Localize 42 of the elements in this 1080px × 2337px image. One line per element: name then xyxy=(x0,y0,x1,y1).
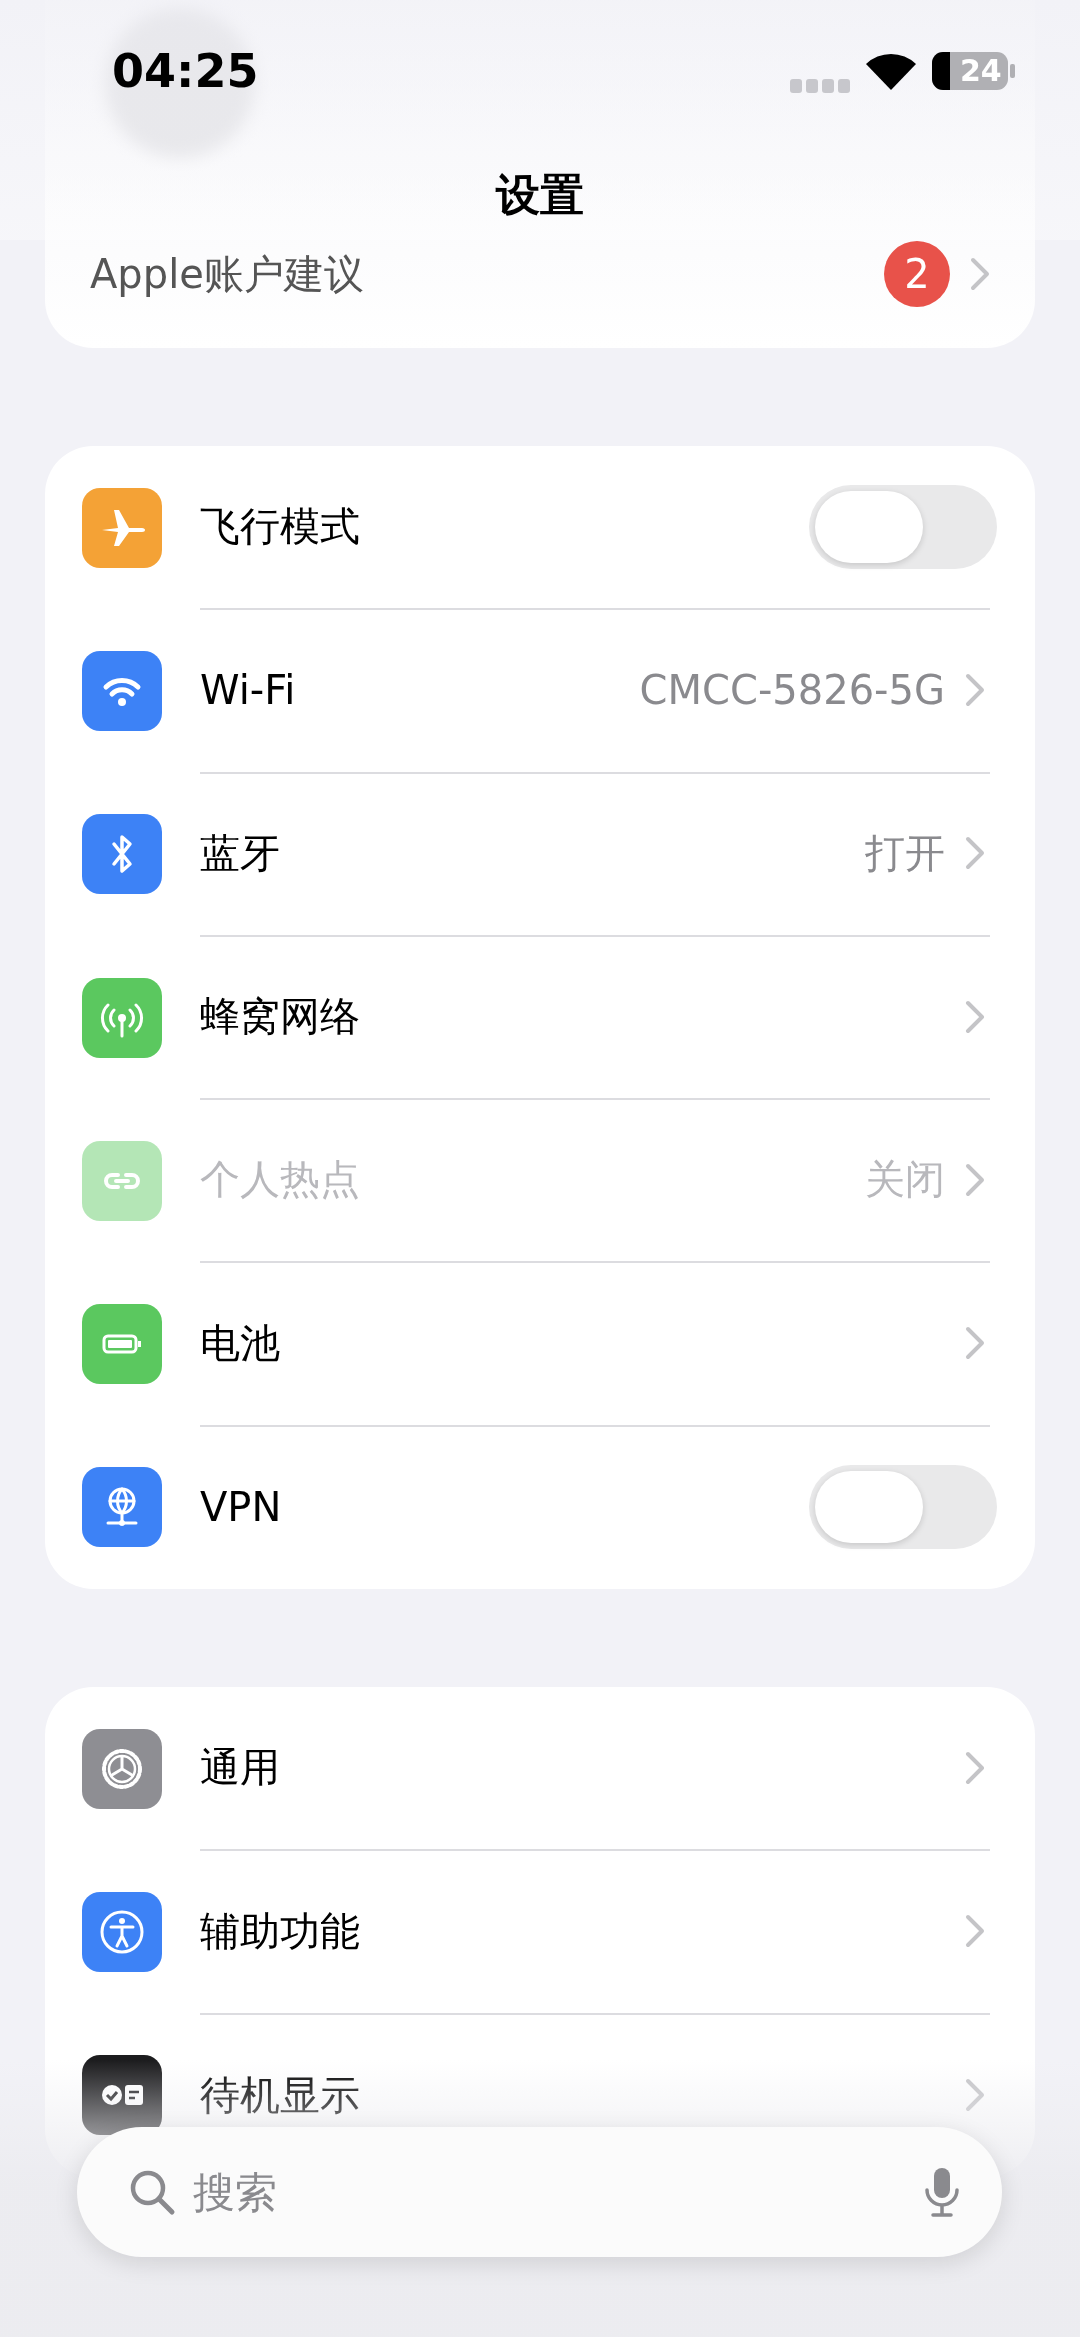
row-label[interactable]: 飞行模式 xyxy=(200,499,789,555)
row-label[interactable]: VPN xyxy=(200,1484,789,1531)
chevron-icon xyxy=(965,999,985,1034)
antenna-icon xyxy=(82,977,162,1058)
chevron-icon xyxy=(965,1162,985,1197)
wifi-icon xyxy=(82,650,162,731)
row-label[interactable]: 电池 xyxy=(200,1315,945,1371)
bluetooth-icon xyxy=(82,814,162,895)
chevron-icon xyxy=(970,257,990,291)
search-field[interactable]: 搜索 xyxy=(191,2166,908,2218)
row-value: 关闭 xyxy=(865,1155,945,1205)
signal-icon xyxy=(790,79,850,93)
row-value: CMCC-5826-5G xyxy=(639,666,945,713)
accessibility-icon xyxy=(82,1892,162,1972)
airplane-icon xyxy=(82,487,162,568)
chevron-icon xyxy=(965,672,985,707)
clock-icon xyxy=(82,2055,162,2136)
page-title: 设置 xyxy=(494,168,585,222)
row-label[interactable]: Wi-Fi xyxy=(200,666,620,713)
row-label[interactable]: 通用 xyxy=(200,1740,945,1796)
chevron-icon xyxy=(965,1914,985,1948)
row-label: Apple账户建议 xyxy=(90,249,365,299)
chevron-icon xyxy=(965,836,985,871)
battery-icon xyxy=(82,1304,162,1385)
row-label[interactable]: 蜂窝网络 xyxy=(200,989,945,1045)
chevron-icon xyxy=(965,2078,985,2113)
battery-level-text: 24 xyxy=(960,56,1002,86)
row-label[interactable]: 蓝牙 xyxy=(200,825,845,881)
chevron-icon xyxy=(965,1326,985,1361)
row-value: 打开 xyxy=(865,828,945,878)
status-time: 04:25 xyxy=(112,44,259,98)
row-label[interactable]: 待机显示 xyxy=(200,2067,945,2123)
gear-icon xyxy=(82,1728,162,1809)
row-label[interactable]: 辅助功能 xyxy=(200,1903,945,1959)
battery-icon xyxy=(932,52,1016,90)
link-icon xyxy=(82,1140,162,1221)
chevron-icon xyxy=(965,1750,985,1785)
notification-badge: 2 xyxy=(884,241,950,307)
globe-icon xyxy=(82,1467,162,1548)
microphone-icon[interactable] xyxy=(922,2166,962,2218)
search-bar[interactable]: 搜索 xyxy=(77,2127,1002,2257)
wifi-icon xyxy=(866,52,916,90)
